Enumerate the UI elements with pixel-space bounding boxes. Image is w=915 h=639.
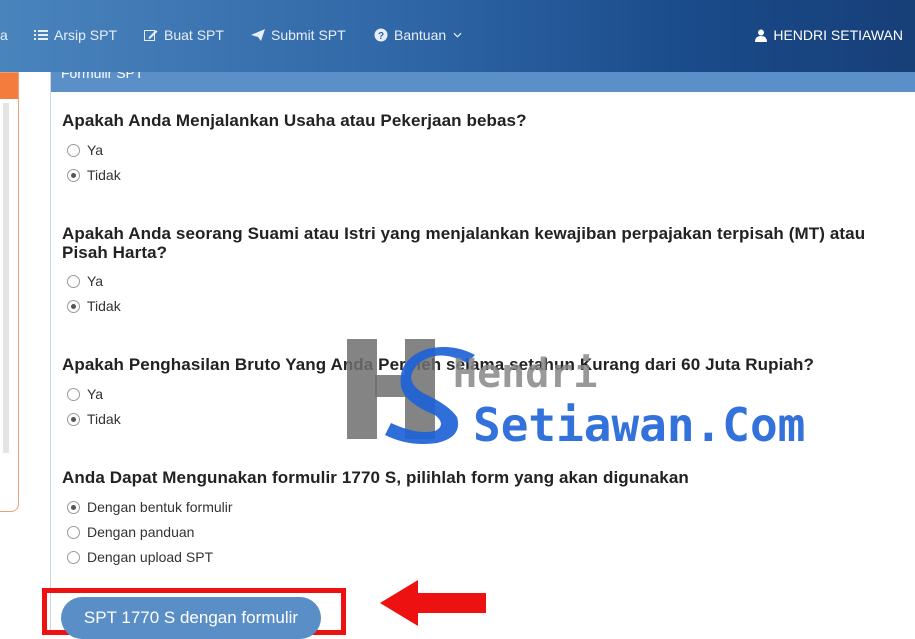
option-label: Ya bbox=[87, 386, 104, 402]
option-label: Tidak bbox=[87, 411, 121, 427]
nav-item-bantuan[interactable]: ? Bantuan bbox=[374, 27, 462, 43]
send-icon bbox=[251, 29, 265, 41]
nav-item-submit-spt[interactable]: Submit SPT bbox=[251, 27, 346, 43]
option-penghasilan-ya[interactable]: Ya bbox=[67, 386, 103, 402]
radio-button[interactable] bbox=[67, 274, 80, 288]
user-name: HENDRI SETIAWAN bbox=[773, 27, 903, 43]
option-label: Tidak bbox=[87, 298, 121, 314]
watermark-logo: Hendri Setiawan.Com bbox=[347, 339, 805, 450]
svg-text:?: ? bbox=[378, 31, 384, 42]
nav-item-buat-spt[interactable]: Buat SPT bbox=[144, 27, 224, 43]
nav-item-label: Arsip SPT bbox=[54, 27, 118, 43]
radio-button-selected[interactable] bbox=[67, 299, 80, 313]
left-panel-scrollbar[interactable] bbox=[3, 103, 9, 453]
radio-button[interactable] bbox=[67, 387, 80, 401]
highlight-box: SPT 1770 S dengan formulir bbox=[42, 588, 346, 639]
option-upload-spt[interactable]: Dengan upload SPT bbox=[67, 549, 213, 565]
nav-item-partial[interactable]: a bbox=[0, 27, 8, 43]
option-label: Tidak bbox=[87, 167, 121, 183]
radio-button-selected[interactable] bbox=[67, 168, 80, 182]
radio-button-selected[interactable] bbox=[67, 412, 80, 426]
watermark-line-1: Hendri bbox=[453, 351, 598, 397]
option-label: Ya bbox=[87, 273, 104, 289]
chevron-down-icon bbox=[453, 32, 462, 38]
radio-button[interactable] bbox=[67, 525, 80, 539]
spt-1770s-formulir-button[interactable]: SPT 1770 S dengan formulir bbox=[61, 597, 321, 639]
watermark-line-2: Setiawan.Com bbox=[473, 398, 805, 450]
top-navbar: a Arsip SPT Buat SPT Submit SPT ? Bantua… bbox=[0, 0, 915, 72]
nav-item-label: Submit SPT bbox=[271, 27, 346, 43]
option-panduan[interactable]: Dengan panduan bbox=[67, 524, 194, 540]
radio-button-selected[interactable] bbox=[67, 500, 80, 514]
panel-title: Formulir SPT bbox=[61, 72, 144, 81]
option-usaha-ya[interactable]: Ya bbox=[67, 142, 103, 158]
user-icon bbox=[755, 29, 768, 42]
question-form-type: Anda Dapat Mengunakan formulir 1770 S, p… bbox=[62, 468, 689, 487]
option-pisah-harta-ya[interactable]: Ya bbox=[67, 273, 103, 289]
nav-item-arsip-spt[interactable]: Arsip SPT bbox=[34, 27, 117, 43]
option-pisah-harta-tidak[interactable]: Tidak bbox=[67, 298, 121, 314]
option-usaha-tidak[interactable]: Tidak bbox=[67, 167, 121, 183]
arrow-left-icon bbox=[380, 580, 486, 626]
panel-header: Formulir SPT bbox=[51, 72, 915, 92]
question-usaha: Apakah Anda Menjalankan Usaha atau Peker… bbox=[62, 111, 527, 130]
option-label: Dengan panduan bbox=[87, 524, 195, 540]
edit-icon bbox=[144, 30, 158, 41]
question-circle-icon: ? bbox=[374, 28, 388, 42]
option-label: Dengan upload SPT bbox=[87, 549, 214, 565]
nav-item-label: Buat SPT bbox=[164, 27, 224, 43]
left-panel-header bbox=[0, 73, 18, 99]
radio-button[interactable] bbox=[67, 143, 80, 157]
option-penghasilan-tidak[interactable]: Tidak bbox=[67, 411, 121, 427]
option-label: Ya bbox=[87, 142, 104, 158]
list-icon bbox=[34, 30, 48, 40]
nav-item-label: Bantuan bbox=[394, 27, 447, 43]
question-pisah-harta: Apakah Anda seorang Suami atau Istri yan… bbox=[62, 224, 866, 262]
nav-item-partial-label: a bbox=[0, 27, 8, 43]
option-bentuk-formulir[interactable]: Dengan bentuk formulir bbox=[67, 499, 233, 515]
radio-button[interactable] bbox=[67, 550, 80, 564]
user-menu[interactable]: HENDRI SETIAWAN bbox=[755, 27, 903, 43]
option-label: Dengan bentuk formulir bbox=[87, 499, 233, 515]
left-side-panel bbox=[0, 72, 19, 512]
